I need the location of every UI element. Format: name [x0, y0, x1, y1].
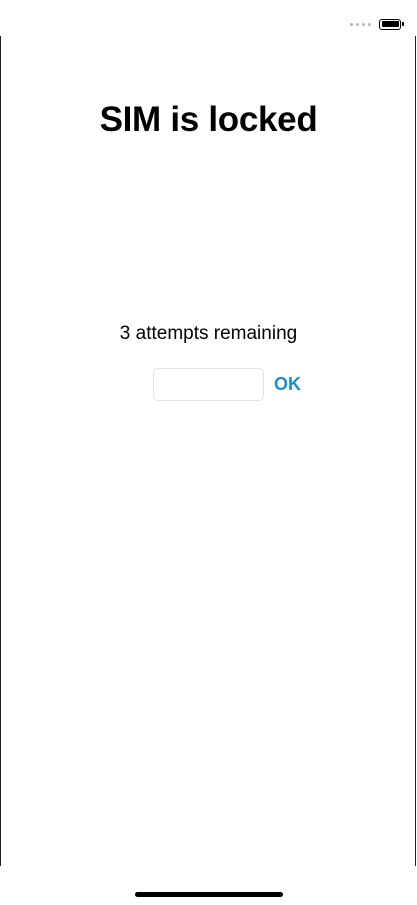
pin-entry-row: OK — [153, 368, 301, 401]
status-bar — [350, 14, 404, 34]
home-indicator[interactable] — [135, 892, 283, 897]
device-edge-right — [415, 36, 416, 866]
sim-lock-screen: SIM is locked 3 attempts remaining OK — [0, 0, 417, 905]
attempts-remaining-text: 3 attempts remaining — [119, 323, 298, 344]
signal-dots-icon — [350, 22, 371, 26]
ok-button[interactable]: OK — [274, 374, 301, 395]
pin-input[interactable] — [153, 368, 264, 401]
page-title: SIM is locked — [99, 100, 318, 139]
battery-icon — [379, 18, 404, 30]
device-edge-left — [0, 36, 1, 866]
